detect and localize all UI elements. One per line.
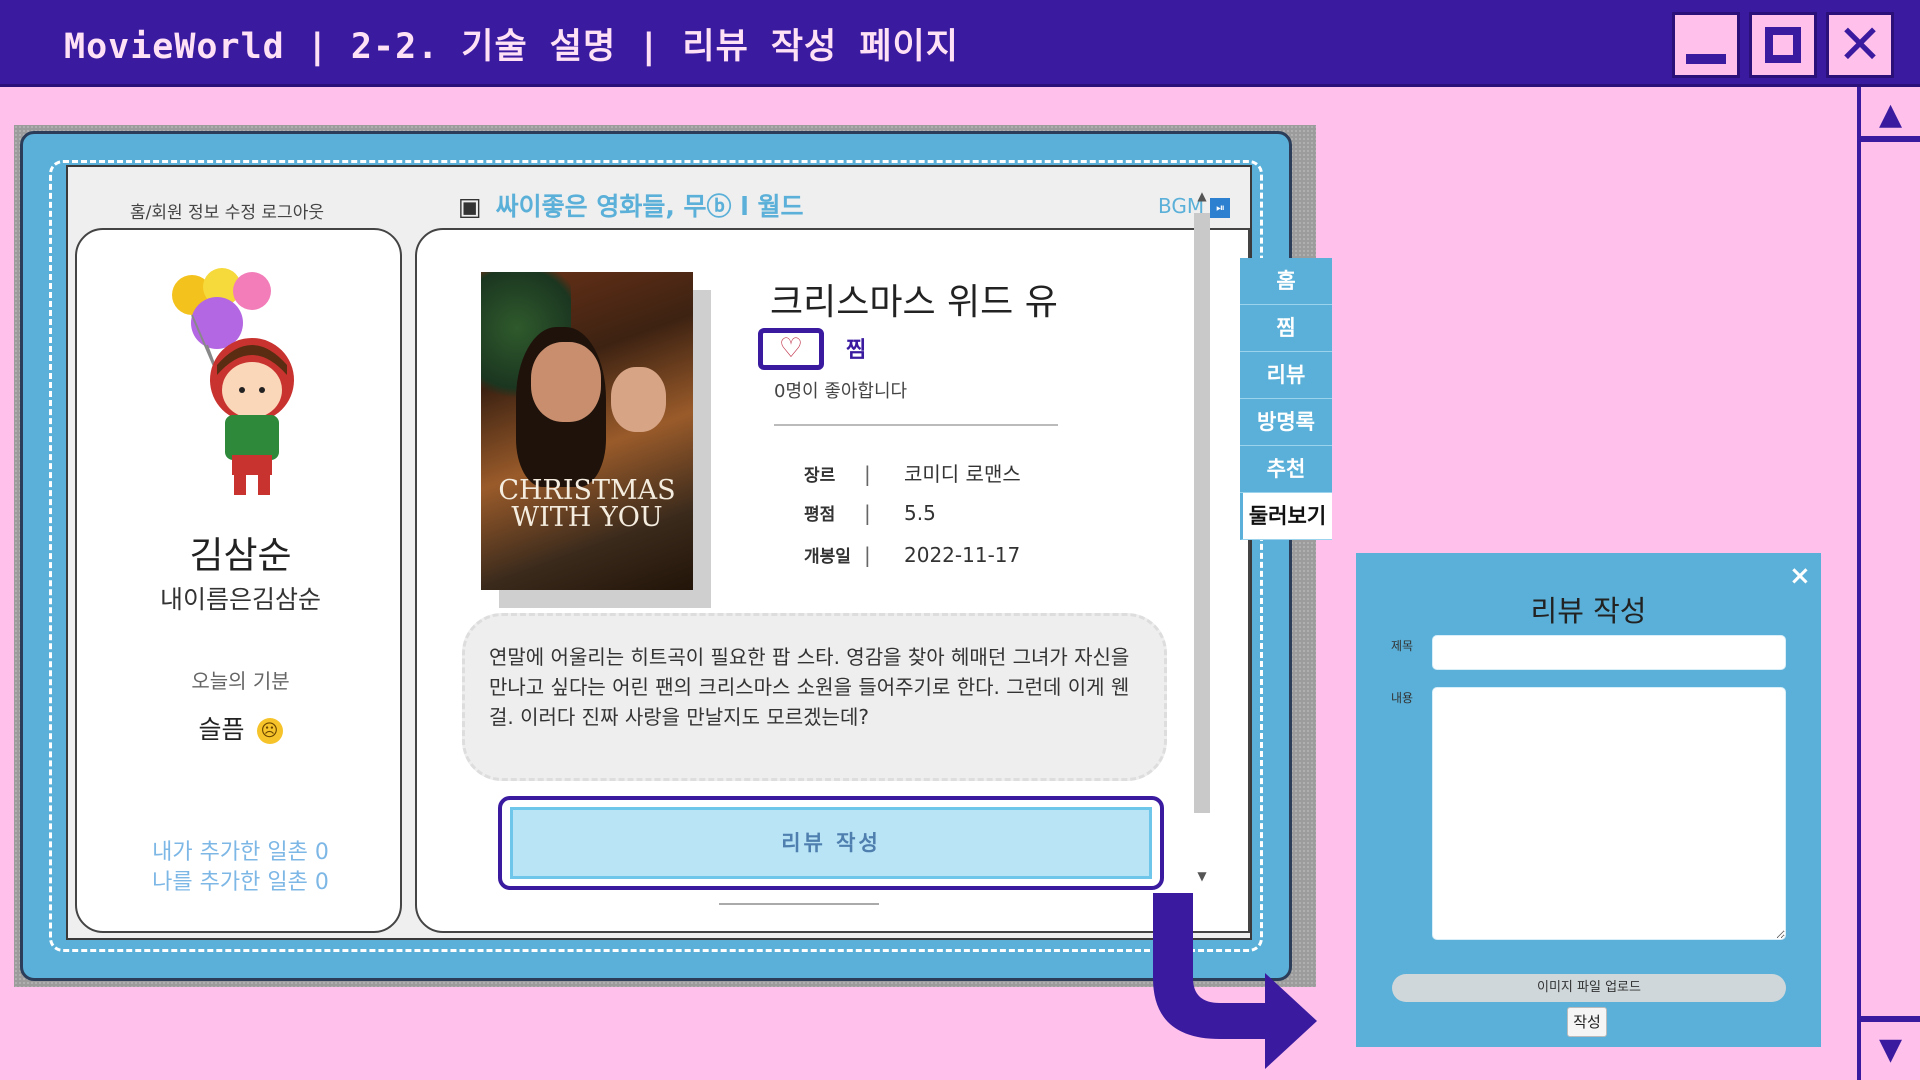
mood-value: 슬픔 ☹ <box>77 710 404 746</box>
movie-poster: CHRISTMAS WITH YOU <box>481 272 693 590</box>
scroll-down-arrow-icon[interactable]: ▼ <box>1861 1016 1920 1071</box>
movie-description: 연말에 어울리는 히트곡이 필요한 팝 스타. 영감을 찾아 헤매던 그녀가 자… <box>462 613 1167 781</box>
review-title-input[interactable] <box>1432 635 1786 670</box>
image-upload-button[interactable]: 이미지 파일 업로드 <box>1392 974 1786 1002</box>
sad-face-icon: ☹ <box>256 718 283 744</box>
tab-recommend[interactable]: 추천 <box>1240 446 1332 493</box>
write-review-button[interactable]: 리뷰 작성 <box>498 796 1164 890</box>
poster-title: CHRISTMAS WITH YOU <box>498 475 676 533</box>
scroll-up-arrow-icon[interactable]: ▲ <box>1861 87 1920 142</box>
vertical-scrollbar[interactable]: ▲ ▼ <box>1857 87 1920 1080</box>
maximize-button[interactable] <box>1749 12 1817 78</box>
balloon-shape <box>191 297 243 349</box>
arrow-icon <box>1153 893 1317 1069</box>
content-scrollbar[interactable]: ▲ ▼ <box>1192 187 1212 887</box>
info-rating: 평점 | 5.5 <box>804 501 936 525</box>
content-label: 내용 <box>1391 691 1414 705</box>
user-name: 김삼순 <box>189 534 292 577</box>
heart-icon[interactable]: ♡ <box>758 328 824 370</box>
balloon-shape <box>233 272 271 310</box>
info-genre: 장르 | 코미디 로맨스 <box>804 462 1021 486</box>
close-icon: ✕ <box>1837 13 1883 76</box>
content-scroll-up-icon[interactable]: ▲ <box>1192 189 1212 203</box>
content-scroll-down-icon[interactable]: ▼ <box>1192 869 1212 883</box>
user-message: 내이름은김삼순 <box>159 585 321 614</box>
review-modal: × 리뷰 작성 제목 내용 이미지 파일 업로드 작성 <box>1356 553 1821 1047</box>
play-pause-icon[interactable]: ⏯ <box>1210 197 1231 218</box>
site-logo[interactable]: ▣ 싸이좋은 영화들, 무ⓑ l 월드 <box>458 187 804 223</box>
review-content-textarea[interactable] <box>1432 687 1786 940</box>
mood-label: 오늘의 기분 <box>191 669 290 693</box>
title-bar: MovieWorld | 2-2. 기술 설명 | 리뷰 작성 페이지 ✕ <box>0 0 1920 87</box>
maximize-icon <box>1765 27 1801 63</box>
content-scroll-thumb[interactable] <box>1194 213 1210 813</box>
tab-review[interactable]: 리뷰 <box>1240 352 1332 399</box>
top-menu[interactable]: 홈/회원 정보 수정 로그아웃 <box>130 198 324 223</box>
profile-card: 김삼순 내이름은김삼순 오늘의 기분 슬픔 ☹ 내가 추가한 일촌 0 나를 추가… <box>75 228 402 933</box>
camera-icon: ▣ <box>458 192 482 221</box>
tab-favorites[interactable]: 찜 <box>1240 305 1332 352</box>
side-tabs: 홈 찜 리뷰 방명록 추천 둘러보기 <box>1240 258 1332 540</box>
modal-title: 리뷰 작성 <box>1530 594 1647 628</box>
info-release-date: 개봉일 | 2022-11-17 <box>804 543 1021 567</box>
title-label: 제목 <box>1391 639 1414 653</box>
close-button[interactable]: ✕ <box>1826 12 1894 78</box>
friends-added-me-link[interactable]: 나를 추가한 일촌 0 <box>77 864 404 896</box>
write-review-label: 리뷰 작성 <box>510 807 1152 879</box>
window-title: MovieWorld | 2-2. 기술 설명 | 리뷰 작성 페이지 <box>64 27 959 67</box>
friends-added-link[interactable]: 내가 추가한 일촌 0 <box>77 834 404 866</box>
site-logo-text: 싸이좋은 영화들, 무ⓑ l 월드 <box>495 192 804 221</box>
movie-title: 크리스마스 위드 유 <box>770 282 1058 323</box>
tab-home[interactable]: 홈 <box>1240 258 1332 305</box>
close-icon[interactable]: × <box>1789 561 1811 591</box>
website-screenshot: 홈/회원 정보 수정 로그아웃 ▣ 싸이좋은 영화들, 무ⓑ l 월드 BGM ⏯ <box>14 125 1332 987</box>
minimize-button[interactable] <box>1672 12 1740 78</box>
submit-button[interactable]: 작성 <box>1567 1007 1607 1037</box>
minimize-icon <box>1686 54 1726 64</box>
tab-browse[interactable]: 둘러보기 <box>1240 493 1332 540</box>
tab-guestbook[interactable]: 방명록 <box>1240 399 1332 446</box>
like-count: 0명이 좋아합니다 <box>774 381 908 402</box>
avatar <box>172 268 294 495</box>
divider <box>774 424 1058 426</box>
like-label[interactable]: 찜 <box>846 332 866 364</box>
